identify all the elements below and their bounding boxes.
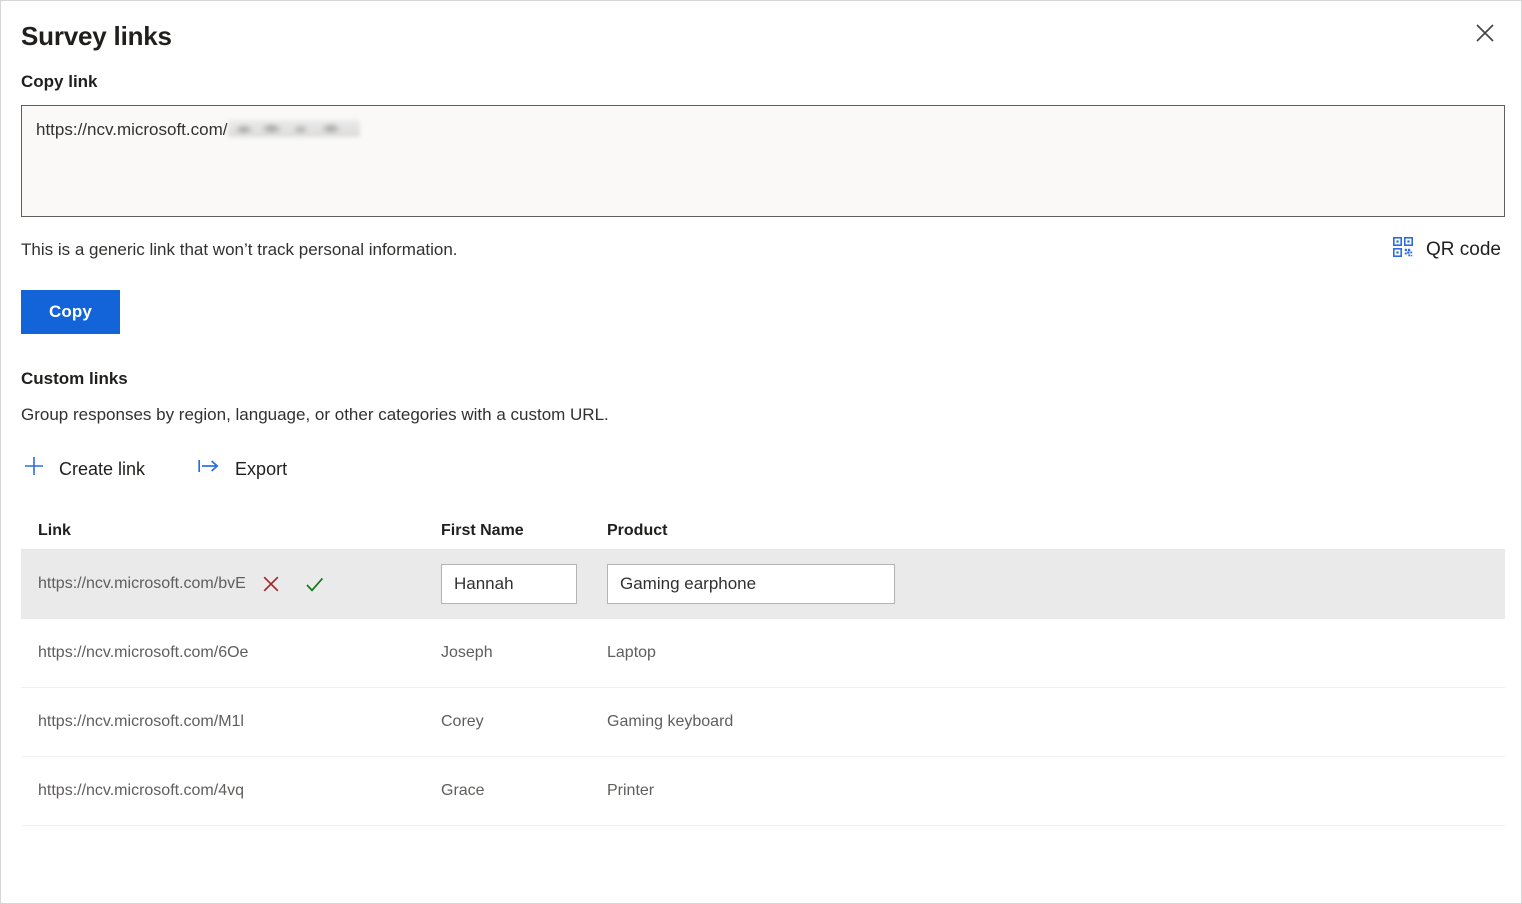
custom-links-description: Group responses by region, language, or … xyxy=(21,405,609,424)
close-icon xyxy=(1474,22,1496,44)
export-button[interactable]: Export xyxy=(197,456,287,481)
table-row[interactable]: https://ncv.microsoft.com/M1l Corey Gami… xyxy=(21,688,1505,757)
table-header-row: Link First Name Product xyxy=(21,512,1505,550)
create-link-label: Create link xyxy=(59,458,146,479)
generic-link-note: This is a generic link that won’t track … xyxy=(21,239,458,259)
qr-code-icon xyxy=(1391,235,1415,264)
first-name-input[interactable] xyxy=(441,564,577,604)
confirm-check-icon[interactable] xyxy=(304,573,326,595)
first-name-cell: Grace xyxy=(441,782,485,799)
redacted-url-suffix xyxy=(228,120,361,137)
first-name-cell: Joseph xyxy=(441,644,493,661)
table-row[interactable]: https://ncv.microsoft.com/bvE xyxy=(21,550,1505,619)
product-cell: Printer xyxy=(607,782,655,799)
close-button[interactable] xyxy=(1463,13,1507,53)
copy-button[interactable]: Copy xyxy=(21,290,120,334)
first-name-cell xyxy=(441,564,607,604)
product-cell xyxy=(607,564,1505,604)
link-cell: https://ncv.microsoft.com/bvE xyxy=(38,573,441,595)
product-input[interactable] xyxy=(607,564,895,604)
cancel-x-icon[interactable] xyxy=(260,573,282,595)
page-title: Survey links xyxy=(21,21,172,51)
custom-links-title: Custom links xyxy=(21,369,128,388)
copy-link-value: https://ncv.microsoft.com/ xyxy=(36,120,361,139)
link-cell: https://ncv.microsoft.com/M1l xyxy=(38,713,441,731)
plus-icon xyxy=(23,455,45,482)
create-link-button[interactable]: Create link xyxy=(23,455,145,482)
copy-link-label: Copy link xyxy=(21,72,98,91)
first-name-cell: Corey xyxy=(441,713,484,730)
custom-links-table: Link First Name Product https://ncv.micr… xyxy=(21,512,1505,826)
link-url: https://ncv.microsoft.com/bvE xyxy=(38,575,246,592)
custom-links-command-bar: Create link Export xyxy=(21,455,1501,482)
qr-code-button[interactable]: QR code xyxy=(1391,235,1501,264)
row-edit-actions xyxy=(260,573,326,595)
export-icon xyxy=(197,456,221,481)
product-cell: Laptop xyxy=(607,644,656,661)
table-row[interactable]: https://ncv.microsoft.com/4vq Grace Prin… xyxy=(21,757,1505,826)
copy-link-note-row: This is a generic link that won’t track … xyxy=(21,235,1501,264)
qr-code-label: QR code xyxy=(1426,238,1501,260)
panel-header: Survey links xyxy=(1,1,1521,53)
copy-link-section: Copy link https://ncv.microsoft.com/ Thi… xyxy=(1,71,1521,826)
link-url: https://ncv.microsoft.com/M1l xyxy=(38,713,244,730)
product-cell: Gaming keyboard xyxy=(607,713,734,730)
link-cell: https://ncv.microsoft.com/4vq xyxy=(38,782,441,800)
copy-link-url-prefix: https://ncv.microsoft.com/ xyxy=(36,120,228,139)
link-url: https://ncv.microsoft.com/6Oe xyxy=(38,644,249,661)
column-header-first-name: First Name xyxy=(441,521,524,539)
link-url: https://ncv.microsoft.com/4vq xyxy=(38,782,244,799)
column-header-product: Product xyxy=(607,521,668,539)
export-label: Export xyxy=(235,458,288,479)
link-cell: https://ncv.microsoft.com/6Oe xyxy=(38,644,441,662)
copy-link-field[interactable]: https://ncv.microsoft.com/ xyxy=(21,105,1505,217)
column-header-link: Link xyxy=(38,521,71,539)
table-row[interactable]: https://ncv.microsoft.com/6Oe Joseph Lap… xyxy=(21,619,1505,688)
